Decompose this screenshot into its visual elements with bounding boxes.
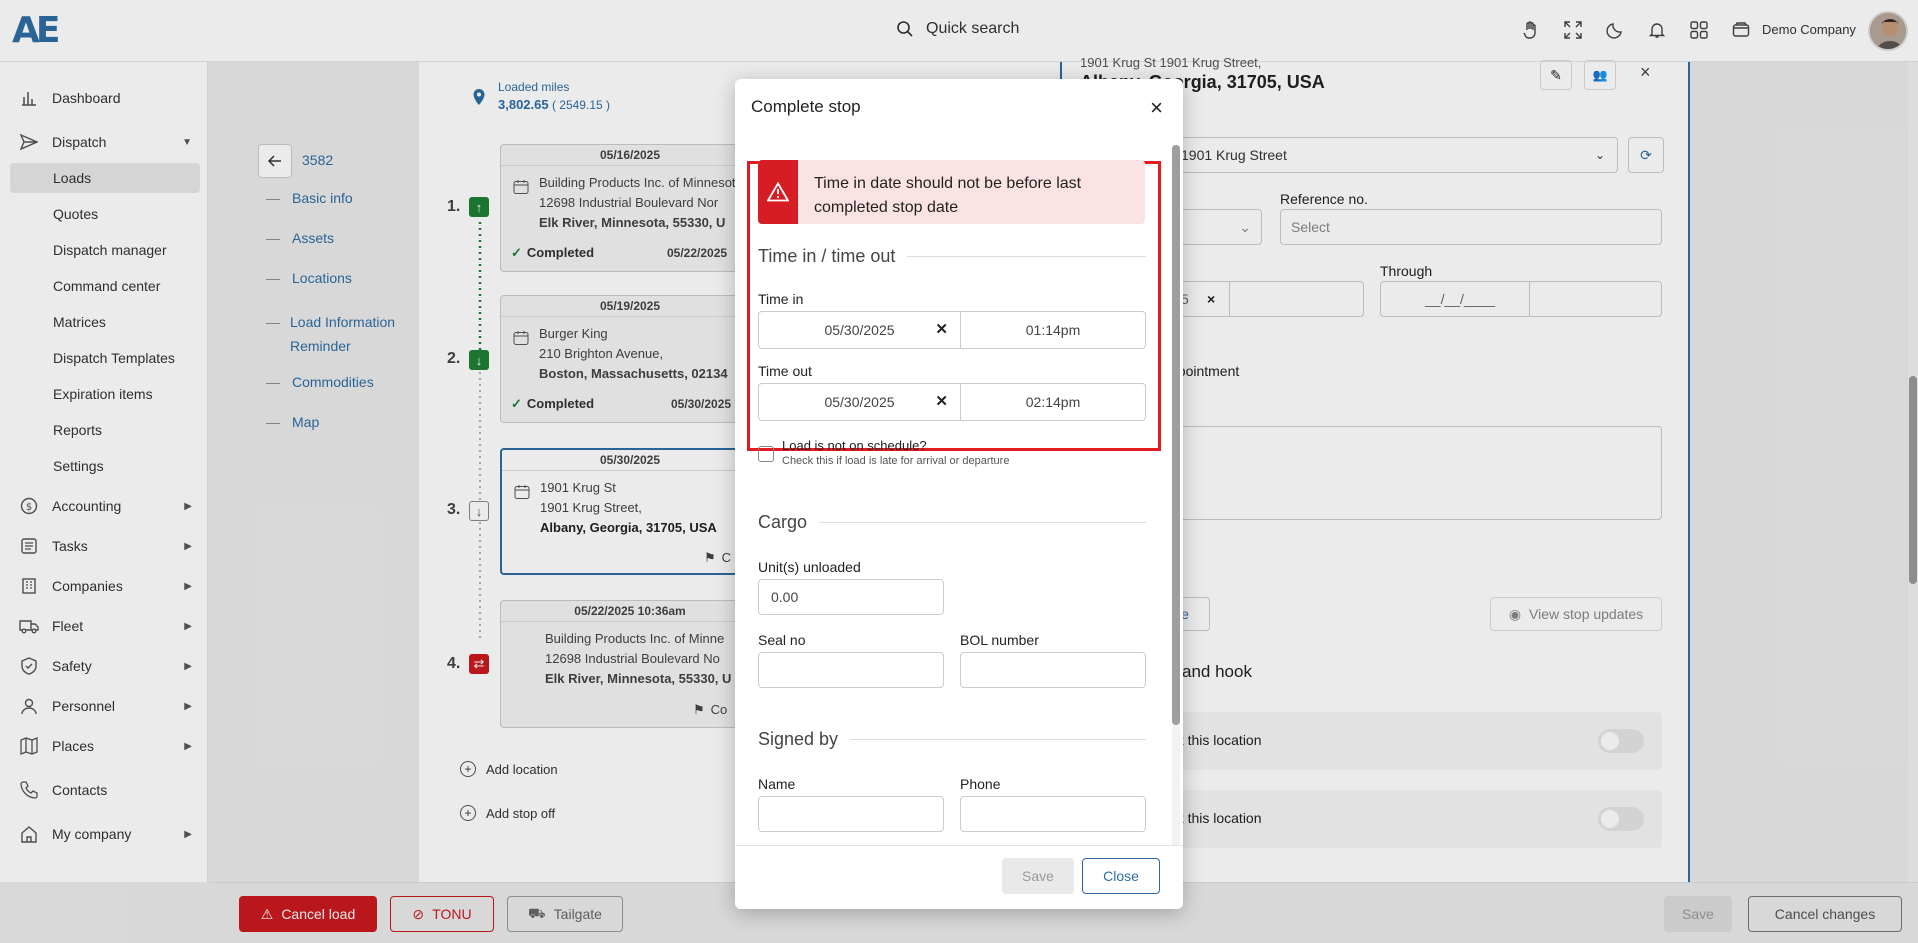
modal-close-icon[interactable]: × bbox=[1150, 97, 1163, 119]
complete-stop-modal: Complete stop × Time in date should not … bbox=[735, 79, 1183, 909]
signed-phone-input[interactable] bbox=[960, 796, 1146, 832]
time-in-label: Time in bbox=[758, 291, 804, 307]
signed-name-input[interactable] bbox=[758, 796, 944, 832]
cargo-section-heading: Cargo bbox=[758, 512, 1146, 533]
alert-triangle-icon bbox=[758, 160, 798, 224]
modal-title: Complete stop bbox=[751, 97, 861, 116]
modal-body: Time in date should not be before last c… bbox=[735, 145, 1183, 845]
time-out-time-input[interactable]: 02:14pm bbox=[961, 384, 1145, 420]
not-on-schedule-hint: Check this if load is late for arrival o… bbox=[782, 455, 1010, 467]
modal-save-button[interactable]: Save bbox=[1002, 858, 1074, 894]
clear-icon[interactable]: ✕ bbox=[935, 320, 948, 338]
name-label: Name bbox=[758, 776, 796, 792]
time-section-heading: Time in / time out bbox=[758, 246, 1146, 267]
time-out-date-input[interactable]: 05/30/2025 ✕ bbox=[759, 384, 961, 420]
not-on-schedule-label: Load is not on schedule? bbox=[782, 438, 927, 453]
time-in-time-input[interactable]: 01:14pm bbox=[961, 312, 1145, 348]
modal-close-button[interactable]: Close bbox=[1082, 858, 1160, 894]
time-in-field: 05/30/2025 ✕ 01:14pm bbox=[758, 311, 1146, 349]
error-alert: Time in date should not be before last c… bbox=[758, 160, 1145, 224]
units-unloaded-input[interactable]: 0.00 bbox=[758, 579, 944, 615]
time-in-date-input[interactable]: 05/30/2025 ✕ bbox=[759, 312, 961, 348]
modal-footer: Save Close bbox=[735, 845, 1183, 909]
signed-by-section-heading: Signed by bbox=[758, 729, 1146, 750]
clear-icon[interactable]: ✕ bbox=[935, 392, 948, 410]
bol-number-input[interactable] bbox=[960, 652, 1146, 688]
phone-label: Phone bbox=[960, 776, 1001, 792]
units-unloaded-label: Unit(s) unloaded bbox=[758, 559, 861, 575]
not-on-schedule-checkbox[interactable] bbox=[758, 446, 774, 462]
time-out-field: 05/30/2025 ✕ 02:14pm bbox=[758, 383, 1146, 421]
seal-no-input[interactable] bbox=[758, 652, 944, 688]
time-out-label: Time out bbox=[758, 363, 812, 379]
seal-no-label: Seal no bbox=[758, 632, 806, 648]
modal-scrollbar[interactable] bbox=[1172, 145, 1180, 845]
bol-number-label: BOL number bbox=[960, 632, 1039, 648]
